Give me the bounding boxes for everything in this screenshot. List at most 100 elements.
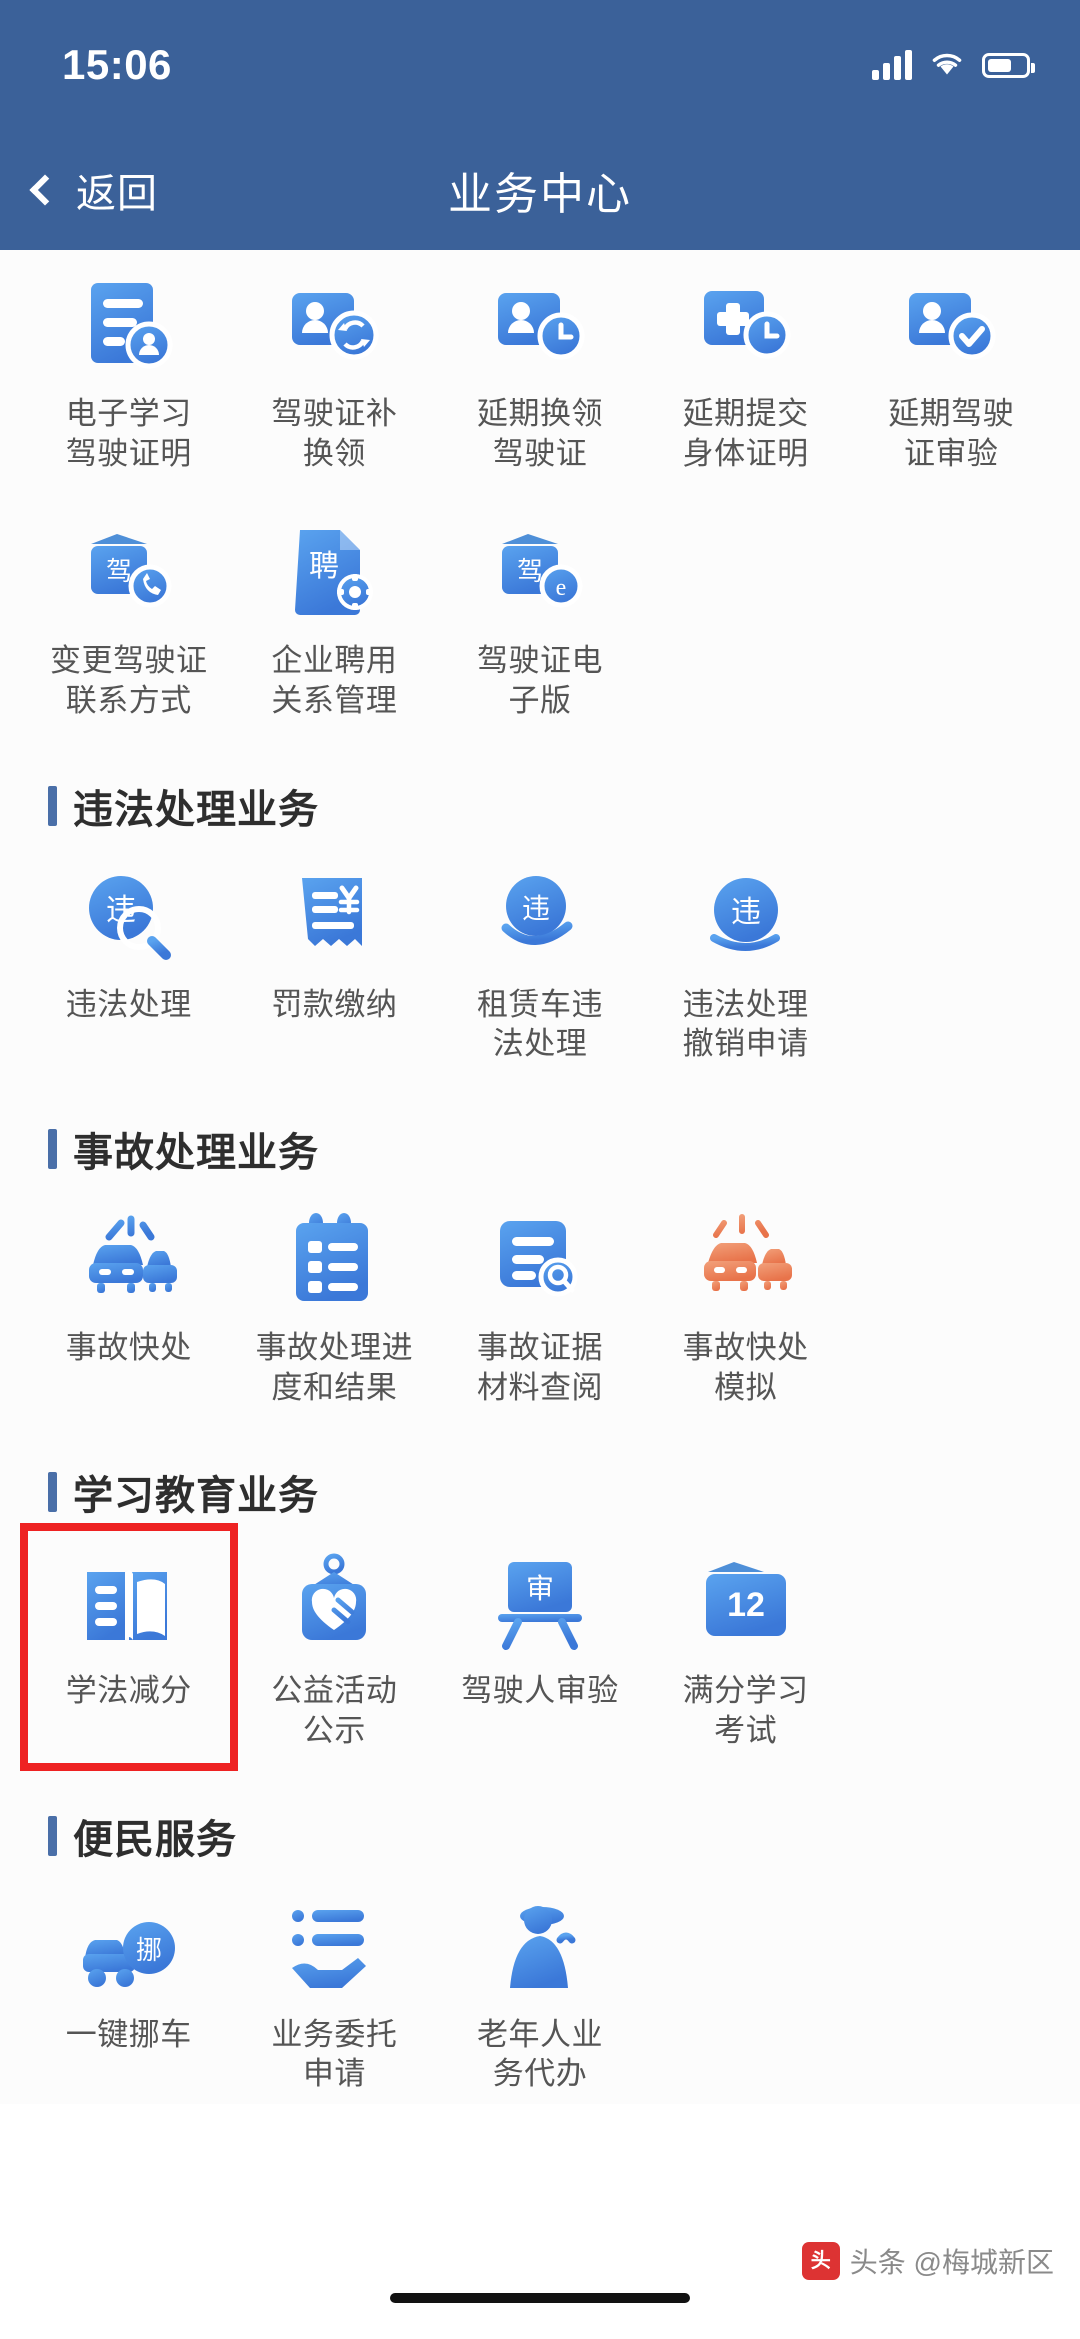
id-card-check-icon (896, 272, 1006, 382)
service-item[interactable]: 罚款缴纳 (232, 841, 438, 1074)
svg-text:聘: 聘 (309, 550, 339, 583)
service-item[interactable]: 违违法处理 (26, 841, 232, 1074)
status-bar-clock: 15:06 (62, 41, 172, 88)
section-accent-bar (48, 1129, 57, 1170)
service-item[interactable]: 延期驾驶 证审验 (848, 250, 1054, 483)
service-item[interactable]: 延期换领 驾驶证 (437, 250, 643, 483)
service-center-content: 电子学习 驾驶证明 驾驶证补 换领 延期换领 驾驶证 延期提交 身体证明 延期驾驶 证审验驾变更驾… (0, 250, 1080, 2105)
service-item[interactable]: 违租赁车违 法处理 (437, 841, 643, 1074)
service-item[interactable]: 公益活动 公示 (232, 1527, 438, 1760)
service-item[interactable]: 业务委托 申请 (232, 1871, 438, 2104)
service-item[interactable]: 聘企业聘用 关系管理 (232, 497, 438, 730)
twelve-points-icon: 12 (691, 1549, 801, 1659)
page-title: 业务中心 (448, 170, 632, 219)
service-item[interactable]: 学法减分 (20, 1523, 238, 1772)
medical-clock-icon (691, 272, 801, 382)
service-item[interactable]: 挪一键挪车 (26, 1871, 232, 2104)
doc-search-icon (485, 1206, 595, 1316)
service-item[interactable]: 驾变更驾驶证 联系方式 (26, 497, 232, 730)
service-item-label: 事故处理进 度和结果 (255, 1330, 414, 1405)
section-accent-bar (48, 785, 57, 826)
svg-text:违: 违 (731, 896, 761, 929)
svg-text:审: 审 (526, 1573, 554, 1604)
employment-gear-icon: 聘 (279, 519, 389, 629)
battery-icon (982, 52, 1035, 78)
service-item[interactable]: 违违法处理 撤销申请 (643, 841, 849, 1074)
rental-violation-icon: 违 (485, 863, 595, 973)
svg-text:违: 违 (522, 893, 550, 924)
service-section: 便民服务挪一键挪车 业务委托 申请 老年人业 务代办 (0, 1807, 1080, 2104)
home-indicator[interactable] (390, 2293, 690, 2303)
service-item-label: 事故证据 材料查阅 (476, 1330, 603, 1405)
service-item[interactable]: 审驾驶人审验 (437, 1527, 643, 1760)
service-grid: 挪一键挪车 业务委托 申请 老年人业 务代办 (26, 1871, 1054, 2104)
service-item-label: 驾驶证电 子版 (476, 643, 603, 719)
section-header: 学习教育业务 (48, 1463, 1054, 1521)
license-electronic-icon: 驾e (485, 519, 595, 629)
section-header: 违法处理业务 (48, 777, 1054, 835)
chevron-left-icon (29, 174, 61, 206)
elderly-service-icon (485, 1893, 595, 2003)
service-item-label: 延期提交 身体证明 (682, 396, 809, 471)
service-item-label: 事故快处 (65, 1330, 192, 1366)
service-item[interactable]: 事故快处 (26, 1184, 232, 1417)
toutiao-logo-icon: 头 (801, 2242, 840, 2280)
status-bar: 15:06 (0, 0, 1080, 130)
section-accent-bar (48, 1815, 57, 1856)
id-card-clock-icon (485, 272, 595, 382)
section-header: 便民服务 (48, 1807, 1054, 1865)
violation-search-icon: 违 (74, 863, 184, 973)
delegate-hand-icon (279, 1893, 389, 2003)
service-item-label: 罚款缴纳 (271, 986, 398, 1022)
back-button-label: 返回 (76, 172, 158, 216)
violation-revoke-icon: 违 (691, 863, 801, 973)
service-item-label: 延期驾驶 证审验 (888, 396, 1015, 471)
service-item[interactable]: 12 满分学习 考试 (643, 1527, 849, 1760)
service-item-label: 老年人业 务代办 (476, 2016, 603, 2092)
service-grid: 事故快处 事故处理进 度和结果 事故证据 材料查阅 事故快处 模拟 (26, 1184, 1054, 1417)
service-item-label: 企业聘用 关系管理 (271, 643, 398, 719)
fine-receipt-icon (279, 863, 389, 973)
watermark: 头 头条 @梅城新区 (801, 2241, 1054, 2281)
service-item[interactable]: 驾 e 驾驶证电 子版 (437, 497, 643, 730)
service-item-label: 一键挪车 (65, 2016, 192, 2052)
section-header: 事故处理业务 (48, 1120, 1054, 1178)
service-item[interactable]: 事故证据 材料查阅 (437, 1184, 643, 1417)
service-item-label: 驾驶证补 换领 (271, 396, 398, 471)
cellular-signal-icon (872, 50, 912, 80)
service-item[interactable]: 驾驶证补 换领 (232, 250, 438, 483)
crash-cars-icon (74, 1206, 184, 1316)
service-item[interactable]: 事故处理进 度和结果 (232, 1184, 438, 1417)
crash-simulation-icon (691, 1206, 801, 1316)
service-item[interactable]: 事故快处 模拟 (643, 1184, 849, 1417)
svg-text:e: e (556, 575, 567, 601)
back-button[interactable]: 返回 (0, 161, 158, 219)
status-bar-indicators (872, 48, 1035, 83)
service-grid: 电子学习 驾驶证明 驾驶证补 换领 延期换领 驾驶证 延期提交 身体证明 延期驾驶 证审验驾变更驾… (26, 250, 1054, 731)
service-item-label: 延期换领 驾驶证 (476, 396, 603, 471)
svg-text:12: 12 (727, 1586, 765, 1624)
section-title: 违法处理业务 (73, 787, 319, 832)
charity-heart-icon (279, 1549, 389, 1659)
id-card-refresh-icon (279, 272, 389, 382)
service-item-label: 公益活动 公示 (271, 1673, 398, 1749)
service-item-label: 违法处理 撤销申请 (682, 986, 809, 1062)
service-item[interactable]: 老年人业 务代办 (437, 1871, 643, 2104)
service-grid: 学法减分 公益活动 公示审驾驶人审验 12 满分学习 考试 (20, 1523, 1054, 1772)
svg-text:挪: 挪 (136, 1935, 162, 1965)
svg-text:驾: 驾 (517, 556, 543, 586)
license-phone-icon: 驾 (74, 519, 184, 629)
service-section: 违法处理业务违违法处理 罚款缴纳违租赁车违 法处理违违法处理 撤销申请 (0, 777, 1080, 1074)
service-item-label: 学法减分 (65, 1673, 192, 1709)
service-item-label: 业务委托 申请 (271, 2016, 398, 2092)
wifi-icon (928, 48, 966, 83)
navigation-bar: 返回 业务中心 (0, 130, 1080, 250)
service-item-label: 变更驾驶证 联系方式 (50, 643, 208, 719)
service-item[interactable]: 延期提交 身体证明 (643, 250, 849, 483)
service-section: 学习教育业务 学法减分 公益活动 公示审驾驶人审验 12 满分学习 考试 (0, 1463, 1080, 1772)
service-item-label: 驾驶人审验 (461, 1673, 619, 1709)
service-section: 事故处理业务事故快处 事故处理进 度和结果 事故证据 材料查阅 事故快处 模拟 (0, 1120, 1080, 1417)
service-item[interactable]: 电子学习 驾驶证明 (26, 250, 232, 483)
service-item-label: 事故快处 模拟 (682, 1330, 809, 1405)
service-grid: 违违法处理 罚款缴纳违租赁车违 法处理违违法处理 撤销申请 (26, 841, 1054, 1074)
